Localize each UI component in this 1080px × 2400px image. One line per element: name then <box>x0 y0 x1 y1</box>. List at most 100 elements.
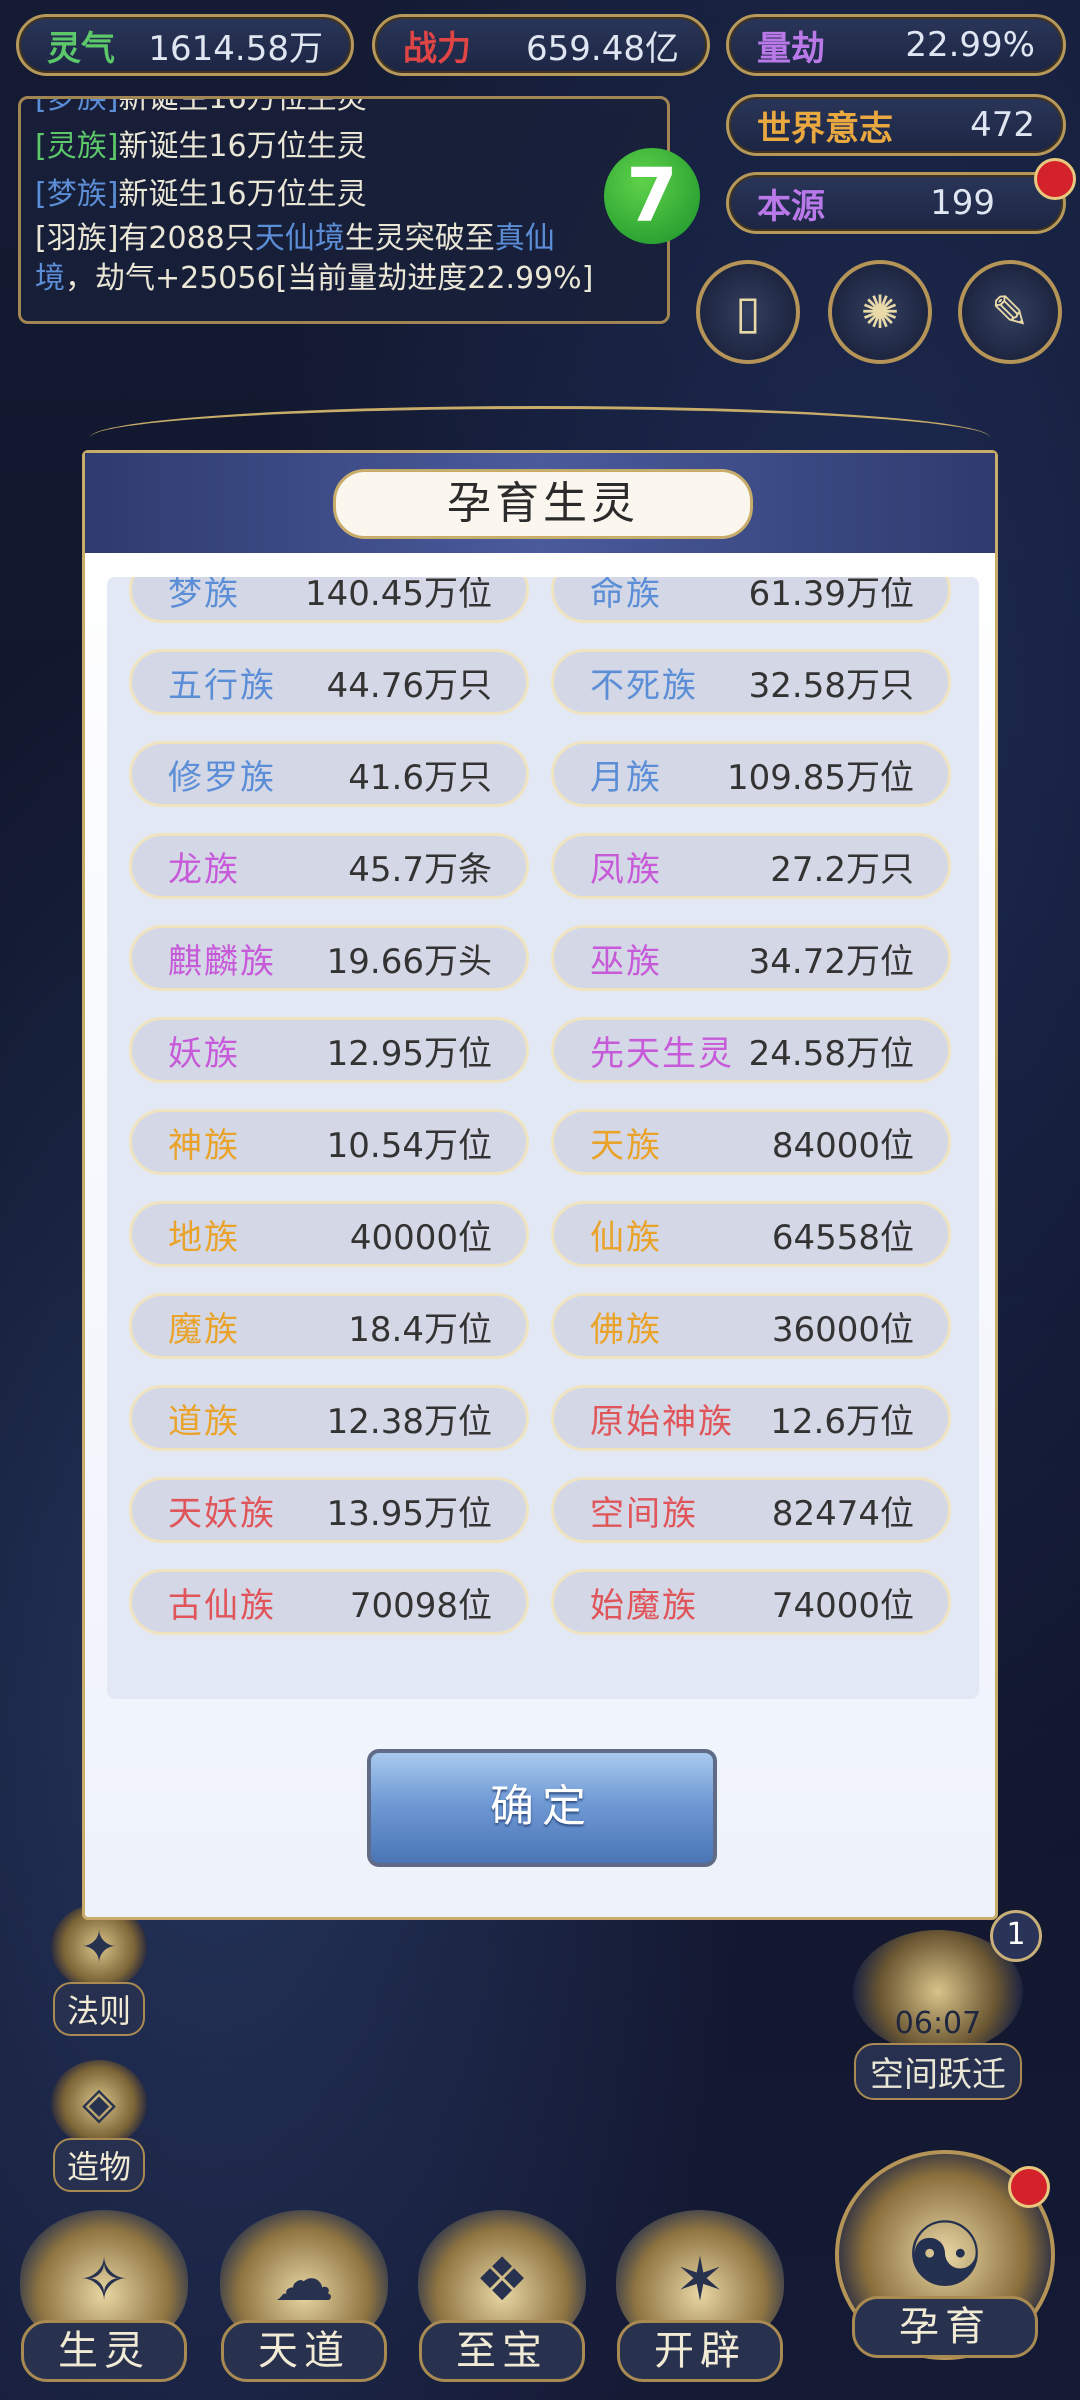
dialog-header: 孕育生灵 <box>85 453 995 553</box>
nav-label: 开辟 <box>617 2320 783 2382</box>
nav-label: 孕育 <box>852 2296 1038 2358</box>
nav-tiandao[interactable]: ☁ 天道 <box>214 2210 394 2400</box>
nav-zhibao[interactable]: ❖ 至宝 <box>412 2210 592 2400</box>
log-race: [梦族] <box>35 96 119 116</box>
nurture-alert-dot <box>1008 2166 1050 2208</box>
space-jump-label: 空间跃迁 <box>854 2043 1022 2100</box>
race-item: 魔族 18.4万位 <box>129 1293 529 1359</box>
race-item: 梦族 140.45万位 <box>129 577 529 623</box>
log-text: 新诞生16万位生灵 <box>118 96 367 116</box>
log-text: 新诞生16万位生灵 <box>118 129 367 164</box>
race-item: 命族 61.39万位 <box>551 577 951 623</box>
race-grid[interactable]: 梦族 140.45万位 命族 61.39万位五行族 44.76万只 不死族 32.58万只修… <box>107 577 979 1699</box>
nurture-dialog: 孕育生灵 梦族 140.45万位 命族 61.39万位五行族 44.76万只 不死族 32.… <box>82 450 998 1920</box>
log-line: [羽族]有2088只天仙境生灵突破至真仙 <box>35 219 653 259</box>
nav-label: 生灵 <box>21 2320 187 2382</box>
race-item: 天妖族 13.95万位 <box>129 1477 529 1543</box>
log-line: [梦族]新诞生16万位生灵 <box>35 96 653 123</box>
log-line: 境，劫气+25056[当前量劫进度22.99%] <box>35 259 653 299</box>
race-name: 五行族 <box>168 665 276 706</box>
race-count: 140.45万位 <box>305 577 492 614</box>
race-item: 龙族 45.7万条 <box>129 833 529 899</box>
race-item: 不死族 32.58万只 <box>551 649 951 715</box>
race-item: 凤族 27.2万只 <box>551 833 951 899</box>
race-name: 梦族 <box>168 577 240 614</box>
race-item: 神族 10.54万位 <box>129 1109 529 1175</box>
confirm-button[interactable]: 确定 <box>367 1749 717 1867</box>
race-name: 巫族 <box>590 941 662 982</box>
race-name: 凤族 <box>590 849 662 890</box>
race-name: 妖族 <box>168 1033 240 1074</box>
card-icon[interactable]: ▯ <box>696 260 800 364</box>
race-count: 27.2万只 <box>770 849 914 890</box>
race-item: 麒麟族 19.66万头 <box>129 925 529 991</box>
race-count: 82474位 <box>771 1493 914 1534</box>
race-count: 109.85万位 <box>727 757 914 798</box>
race-count: 13.95万位 <box>326 1493 492 1534</box>
race-count: 18.4万位 <box>348 1309 492 1350</box>
race-item: 巫族 34.72万位 <box>551 925 951 991</box>
stat-shijie-value: 472 <box>970 105 1035 145</box>
stat-lingqi: 灵气 1614.58万 <box>16 14 354 76</box>
log-line: [梦族]新诞生16万位生灵 <box>35 171 653 219</box>
creation-icon: ◈ <box>51 2060 147 2146</box>
race-count: 24.58万位 <box>748 1033 914 1074</box>
stat-benyuan-label: 本源 <box>757 186 825 227</box>
race-count: 19.66万头 <box>326 941 492 982</box>
stat-liangjie-value: 22.99% <box>905 25 1035 65</box>
race-name: 道族 <box>168 1401 240 1442</box>
race-name: 命族 <box>590 577 662 614</box>
nav-kaipi[interactable]: ✶ 开辟 <box>610 2210 790 2400</box>
space-jump-button[interactable]: 1 06:07 空间跃迁 <box>838 1910 1042 2100</box>
race-count: 61.39万位 <box>748 577 914 614</box>
log-text: 新诞生16万位生灵 <box>118 177 367 212</box>
race-name: 修罗族 <box>168 757 276 798</box>
race-item: 五行族 44.76万只 <box>129 649 529 715</box>
race-name: 空间族 <box>590 1493 698 1534</box>
stat-lingqi-value: 1614.58万 <box>148 28 323 69</box>
scroll-icon[interactable]: ✎ <box>958 260 1062 364</box>
race-name: 神族 <box>168 1125 240 1166</box>
race-count: 40000位 <box>349 1217 492 1258</box>
race-name: 仙族 <box>590 1217 662 1258</box>
race-name: 地族 <box>168 1217 240 1258</box>
stat-benyuan-value: 199 <box>930 183 995 223</box>
stat-lingqi-label: 灵气 <box>47 28 115 69</box>
log-realm: 真仙 <box>494 221 555 256</box>
race-count: 32.58万只 <box>748 665 914 706</box>
space-jump-count: 1 <box>990 1910 1042 1962</box>
race-item: 妖族 12.95万位 <box>129 1017 529 1083</box>
stat-shijie-label: 世界意志 <box>757 108 893 149</box>
race-item: 先天生灵 24.58万位 <box>551 1017 951 1083</box>
race-count: 36000位 <box>771 1309 914 1350</box>
log-text: ，劫气+25056[当前量劫进度22.99%] <box>65 261 594 296</box>
stat-liangjie-label: 量劫 <box>757 28 825 69</box>
race-count: 70098位 <box>349 1585 492 1626</box>
race-item: 道族 12.38万位 <box>129 1385 529 1451</box>
nav-label: 天道 <box>221 2320 387 2382</box>
race-name: 原始神族 <box>590 1401 734 1442</box>
race-count: 41.6万只 <box>348 757 492 798</box>
side-item-fazi[interactable]: ✦ 法则 <box>44 1904 154 2036</box>
race-count: 12.6万位 <box>770 1401 914 1442</box>
log-race: [梦族] <box>35 177 119 212</box>
log-text: 生灵突破至 <box>344 221 495 256</box>
stat-zhanli-label: 战力 <box>403 28 471 69</box>
side-item-zaowu[interactable]: ◈ 造物 <box>44 2060 154 2192</box>
race-item: 佛族 36000位 <box>551 1293 951 1359</box>
nav-shengling[interactable]: ✧ 生灵 <box>14 2210 194 2400</box>
log-realm: 天仙境 <box>254 221 345 256</box>
channel-badge[interactable]: 7 <box>604 148 700 244</box>
race-item: 空间族 82474位 <box>551 1477 951 1543</box>
nav-yunyu[interactable]: ☯ 孕育 <box>830 2150 1060 2400</box>
stat-liangjie[interactable]: 量劫 22.99% <box>726 14 1066 76</box>
stat-shijie[interactable]: 世界意志 472 <box>726 94 1066 156</box>
race-item: 修罗族 41.6万只 <box>129 741 529 807</box>
race-count: 34.72万位 <box>748 941 914 982</box>
race-name: 不死族 <box>590 665 698 706</box>
race-item: 天族 84000位 <box>551 1109 951 1175</box>
swirl-icon[interactable]: ✺ <box>828 260 932 364</box>
race-name: 魔族 <box>168 1309 240 1350</box>
race-count: 44.76万只 <box>326 665 492 706</box>
stat-benyuan[interactable]: 本源 199 <box>726 172 1066 234</box>
